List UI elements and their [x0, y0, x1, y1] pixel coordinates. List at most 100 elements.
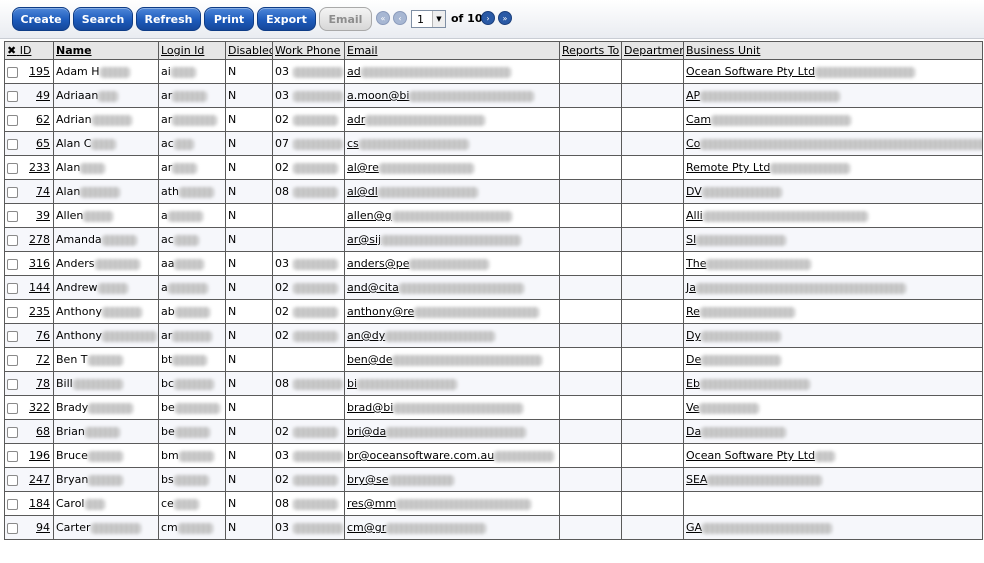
row-checkbox[interactable] [7, 114, 18, 126]
row-checkbox[interactable] [7, 258, 18, 270]
email-link[interactable]: al@dl [347, 185, 378, 198]
id-link[interactable]: 184 [29, 497, 51, 510]
email-link[interactable]: a.moon@bi [347, 89, 409, 102]
email-link[interactable]: cs [347, 137, 359, 150]
row-checkbox[interactable] [7, 522, 18, 534]
email-column-header[interactable]: Email [344, 41, 560, 60]
email-link[interactable]: bri@da [347, 425, 386, 438]
business-unit-link[interactable]: Ve [686, 401, 699, 414]
business-unit-link[interactable]: Dy [686, 329, 701, 342]
id-link[interactable]: 322 [29, 401, 51, 414]
email-link[interactable]: bry@se [347, 473, 389, 486]
id-link[interactable]: 49 [36, 89, 51, 102]
name-column-header[interactable]: Name [53, 41, 159, 60]
row-checkbox[interactable] [7, 66, 18, 78]
department-column-header[interactable]: Department [621, 41, 684, 60]
email-link[interactable]: anthony@re [347, 305, 414, 318]
row-checkbox[interactable] [7, 162, 18, 174]
reports-to-column-header[interactable]: Reports To [559, 41, 622, 60]
email-link[interactable]: cm@gr [347, 521, 386, 534]
id-link[interactable]: 65 [36, 137, 51, 150]
business-unit-link[interactable]: Re [686, 305, 700, 318]
row-checkbox[interactable] [7, 138, 18, 150]
email-link[interactable]: and@cita [347, 281, 399, 294]
business-unit-link[interactable]: Co [686, 137, 700, 150]
email-link[interactable]: br@oceansoftware.com.au [347, 449, 494, 462]
previous-page-icon[interactable]: ‹ [393, 11, 407, 25]
email-link[interactable]: adr [347, 113, 365, 126]
export-button[interactable]: Export [257, 7, 316, 31]
id-link[interactable]: 78 [36, 377, 51, 390]
row-checkbox[interactable] [7, 330, 18, 342]
id-link[interactable]: 144 [29, 281, 51, 294]
business-unit-link[interactable]: Da [686, 425, 701, 438]
row-checkbox[interactable] [7, 498, 18, 510]
row-checkbox[interactable] [7, 450, 18, 462]
email-link[interactable]: ben@de [347, 353, 392, 366]
email-link[interactable]: bi [347, 377, 357, 390]
email-link[interactable]: brad@bi [347, 401, 393, 414]
business-unit-link[interactable]: GA [686, 521, 702, 534]
create-button[interactable]: Create [12, 7, 70, 31]
next-page-icon[interactable]: › [481, 11, 495, 25]
id-link[interactable]: 235 [29, 305, 51, 318]
email-link[interactable]: an@dy [347, 329, 385, 342]
row-checkbox[interactable] [7, 306, 18, 318]
business-unit-link[interactable]: Alli [686, 209, 703, 222]
last-page-icon[interactable]: » [498, 11, 512, 25]
work-phone-column-header[interactable]: Work Phone [272, 41, 345, 60]
business-unit-link[interactable]: Ocean Software Pty Ltd [686, 65, 815, 78]
row-checkbox[interactable] [7, 354, 18, 366]
id-link[interactable]: 196 [29, 449, 51, 462]
row-checkbox[interactable] [7, 186, 18, 198]
business-unit-link[interactable]: Remote Pty Ltd [686, 161, 770, 174]
business-unit-link[interactable]: SI [686, 233, 696, 246]
id-link[interactable]: 74 [36, 185, 51, 198]
business-unit-link[interactable]: Ocean Software Pty Ltd [686, 449, 815, 462]
email-link[interactable]: al@re [347, 161, 379, 174]
refresh-button[interactable]: Refresh [136, 7, 201, 31]
business-unit-link[interactable]: Eb [686, 377, 700, 390]
business-unit-link[interactable]: AP [686, 89, 700, 102]
business-unit-link[interactable]: The [686, 257, 706, 270]
first-page-icon[interactable]: « [376, 11, 390, 25]
id-column-header[interactable]: ✖ ID [4, 41, 54, 60]
business-unit-link[interactable]: De [686, 353, 701, 366]
email-link[interactable]: anders@pe [347, 257, 409, 270]
id-link[interactable]: 94 [36, 521, 51, 534]
email-link[interactable]: ar@sij [347, 233, 381, 246]
id-link[interactable]: 72 [36, 353, 51, 366]
id-link[interactable]: 62 [36, 113, 51, 126]
business-unit-link[interactable]: SEA [686, 473, 707, 486]
row-checkbox[interactable] [7, 234, 18, 246]
business-unit-link[interactable]: Cam [686, 113, 711, 126]
search-button[interactable]: Search [73, 7, 133, 31]
email-link[interactable]: res@mm [347, 497, 396, 510]
id-link[interactable]: 76 [36, 329, 51, 342]
id-link[interactable]: 68 [36, 425, 51, 438]
row-checkbox[interactable] [7, 402, 18, 414]
row-checkbox[interactable] [7, 210, 18, 222]
row-checkbox[interactable] [7, 378, 18, 390]
row-checkbox[interactable] [7, 90, 18, 102]
id-link[interactable]: 278 [29, 233, 51, 246]
page-select[interactable]: 1 ▼ [411, 10, 446, 28]
id-link[interactable]: 195 [29, 65, 51, 78]
print-button[interactable]: Print [204, 7, 254, 31]
business-unit-column-header[interactable]: Business Unit [683, 41, 983, 60]
row-checkbox[interactable] [7, 474, 18, 486]
id-link[interactable]: 247 [29, 473, 51, 486]
deselect-all-icon[interactable]: ✖ [7, 44, 16, 57]
email-button[interactable]: Email [319, 7, 372, 31]
id-link[interactable]: 316 [29, 257, 51, 270]
business-unit-link[interactable]: Ja [686, 281, 696, 294]
disabled-column-header[interactable]: Disabled [225, 41, 273, 60]
business-unit-link[interactable]: DV [686, 185, 702, 198]
row-checkbox[interactable] [7, 282, 18, 294]
id-link[interactable]: 233 [29, 161, 51, 174]
email-link[interactable]: ad [347, 65, 361, 78]
row-checkbox[interactable] [7, 426, 18, 438]
id-link[interactable]: 39 [36, 209, 51, 222]
email-link[interactable]: allen@g [347, 209, 392, 222]
login-id-column-header[interactable]: Login Id [158, 41, 226, 60]
